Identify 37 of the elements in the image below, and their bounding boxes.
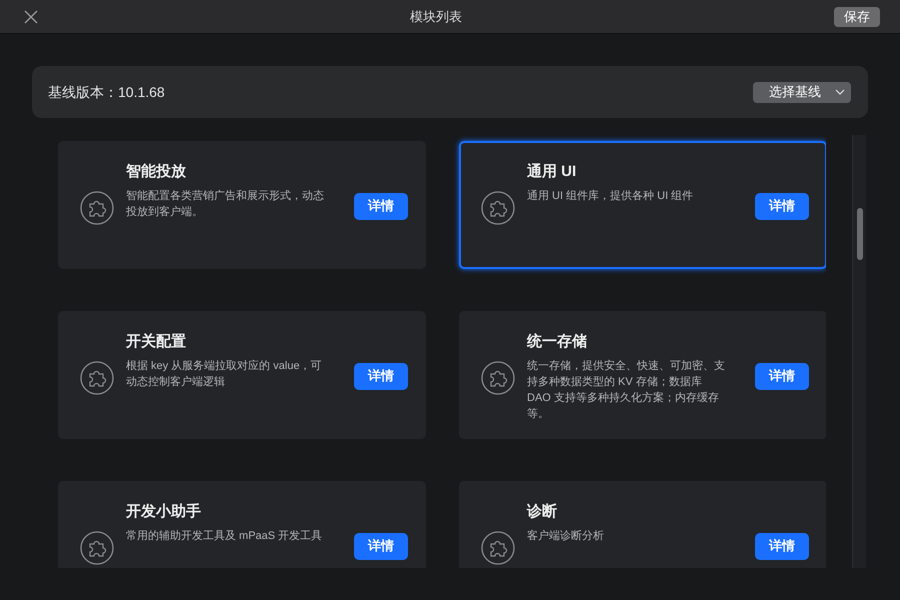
- details-button[interactable]: 详情: [755, 532, 809, 560]
- puzzle-icon: [481, 191, 515, 225]
- select-baseline-dropdown[interactable]: 选择基线: [753, 82, 851, 102]
- puzzle-icon: [80, 361, 114, 395]
- module-card[interactable]: 诊断 客户端诊断分析 详情: [459, 481, 826, 568]
- module-card[interactable]: 统一存储 统一存储，提供安全、快速、可加密、支持多种数据类型的 KV 存储；数据库 DAO 支持等多种持久化方案；内存缓存等。 详情: [459, 311, 826, 439]
- window-title: 模块列表: [410, 8, 462, 26]
- details-button[interactable]: 详情: [755, 362, 809, 390]
- module-title: 开发小助手: [126, 502, 202, 522]
- scrollbar[interactable]: [852, 135, 866, 568]
- module-card[interactable]: 通用 UI 通用 UI 组件库，提供各种 UI 组件 详情: [459, 141, 826, 269]
- module-card[interactable]: 智能投放 智能配置各类营销广告和展示形式，动态投放到客户端。 详情: [58, 141, 426, 269]
- details-button[interactable]: 详情: [354, 532, 408, 560]
- module-title: 通用 UI: [527, 162, 578, 182]
- details-button[interactable]: 详情: [755, 192, 809, 220]
- details-button[interactable]: 详情: [354, 192, 408, 220]
- module-title: 开关配置: [126, 332, 187, 352]
- puzzle-icon: [481, 361, 515, 395]
- module-card[interactable]: 开发小助手 常用的辅助开发工具及 mPaaS 开发工具 详情: [58, 481, 426, 568]
- save-button[interactable]: 保存: [834, 6, 880, 26]
- baseline-version: 基线版本：10.1.68: [48, 82, 165, 102]
- module-description: 智能配置各类营销广告和展示形式，动态投放到客户端。: [126, 188, 325, 220]
- module-description: 常用的辅助开发工具及 mPaaS 开发工具: [126, 529, 324, 544]
- details-button[interactable]: 详情: [354, 362, 408, 390]
- module-title: 智能投放: [126, 162, 187, 182]
- module-description: 统一存储，提供安全、快速、可加密、支持多种数据类型的 KV 存储；数据库 DAO 支持等多种持久化方案；内存缓存等。: [527, 358, 726, 422]
- puzzle-icon: [80, 531, 114, 565]
- module-title: 诊断: [527, 502, 558, 522]
- chevron-down-icon: [835, 89, 845, 95]
- module-title: 统一存储: [527, 332, 588, 352]
- puzzle-icon: [80, 191, 114, 225]
- close-icon[interactable]: [24, 10, 38, 24]
- module-description: 客户端诊断分析: [527, 528, 605, 544]
- module-description: 通用 UI 组件库，提供各种 UI 组件: [527, 188, 694, 204]
- puzzle-icon: [481, 531, 515, 565]
- module-description: 根据 key 从服务端拉取对应的 value，可动态控制客户端逻辑: [126, 358, 323, 390]
- module-card[interactable]: 开关配置 根据 key 从服务端拉取对应的 value，可动态控制客户端逻辑 详情: [58, 311, 426, 439]
